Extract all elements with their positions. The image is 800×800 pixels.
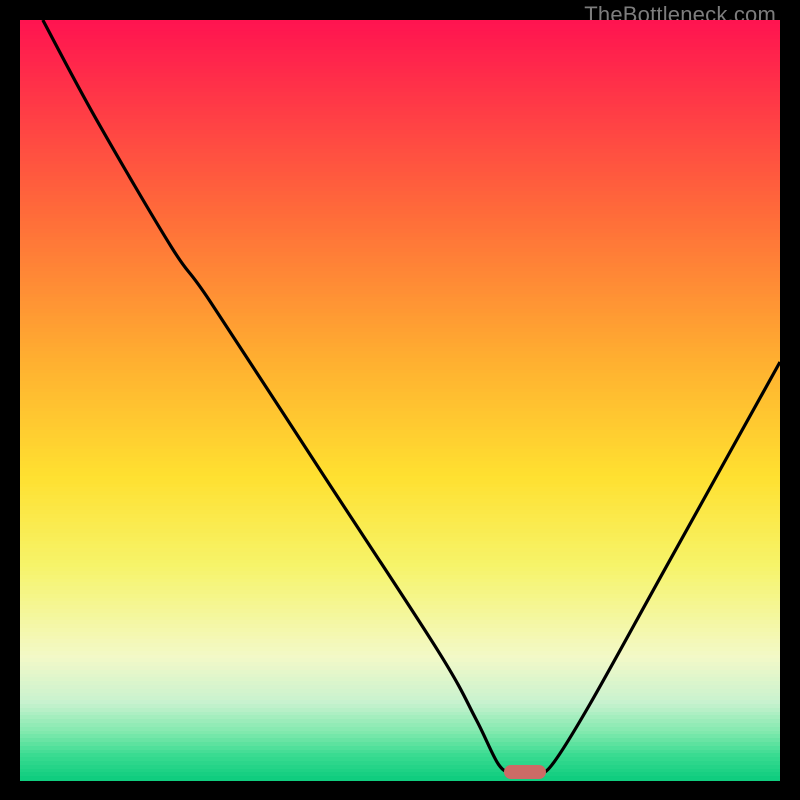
- plot-area: [20, 20, 780, 780]
- chart-frame: TheBottleneck.com: [0, 0, 800, 800]
- optimum-marker: [504, 765, 546, 779]
- bottleneck-curve: [20, 20, 780, 780]
